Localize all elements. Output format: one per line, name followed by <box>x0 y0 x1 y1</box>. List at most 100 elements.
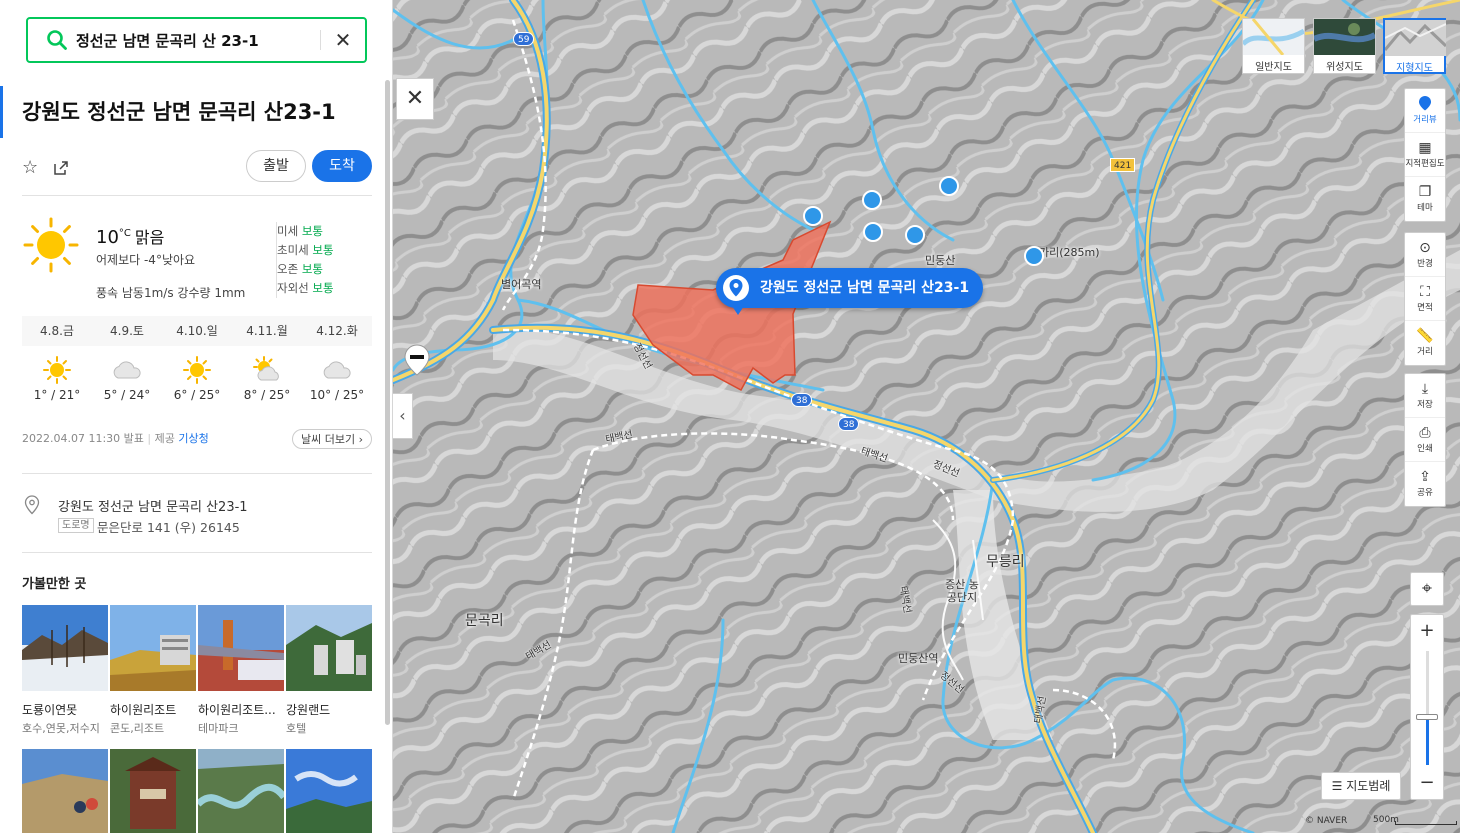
panel-scrollbar[interactable] <box>385 80 390 725</box>
street-view-pegman-icon[interactable] <box>404 344 430 376</box>
clear-search-icon[interactable]: ✕ <box>333 30 353 50</box>
tool-label: 반경 <box>1417 259 1433 269</box>
place-title: 강원도 정선군 남면 문곡리 산23-1 <box>22 100 336 124</box>
airplane-poi-icon[interactable] <box>803 206 823 226</box>
recommend-item[interactable] <box>286 749 372 833</box>
location-pin-icon <box>723 275 749 301</box>
collapse-panel-button[interactable]: ‹ <box>393 393 413 439</box>
tool-street-view[interactable]: 거리뷰 <box>1405 89 1445 133</box>
terrain-map[interactable] <box>393 0 1460 833</box>
tool-label: 거리 <box>1417 347 1433 357</box>
forecast-date: 4.8.금 <box>40 324 74 338</box>
weather-compare: 어제보다 -4°낮아요 <box>96 253 196 267</box>
recommend-item[interactable] <box>198 749 284 833</box>
recommend-photo[interactable] <box>22 749 108 833</box>
recommend-item[interactable]: 도룡이연못 호수,연못,저수지 <box>22 605 108 736</box>
recommend-category: 테마파크 <box>198 722 239 735</box>
temperature-unit: °C <box>118 228 131 239</box>
recommend-photo[interactable] <box>286 605 372 691</box>
arrive-button[interactable]: 도착 <box>312 150 372 182</box>
zoom-control[interactable]: + − <box>1410 614 1444 800</box>
share-icon[interactable] <box>52 159 70 177</box>
air-label: 초미세 <box>277 243 309 257</box>
recommend-name[interactable]: 도룡이연못 <box>22 701 108 718</box>
map-view[interactable]: 별어곡역 민둥산역 문곡리 무릉리 증산 농공단지 민둥산 가리(285m) 정… <box>393 0 1460 833</box>
airplane-poi-icon[interactable] <box>1024 246 1044 266</box>
airplane-poi-icon[interactable] <box>939 176 959 196</box>
map-legend-button[interactable]: ☰ 지도범례 <box>1321 772 1401 800</box>
recommend-item[interactable]: 하이원리조트 콘도,리조트 <box>110 605 196 736</box>
recommend-category: 콘도,리조트 <box>110 722 165 735</box>
star-icon[interactable]: ☆ <box>22 159 40 177</box>
weather-more-button[interactable]: 날씨 더보기 › <box>291 429 372 449</box>
search-box[interactable]: 정선군 남면 문곡리 산 23-1 ✕ <box>26 17 367 63</box>
tool-theme[interactable]: ❐ 테마 <box>1405 177 1445 221</box>
recommend-photo[interactable] <box>198 605 284 691</box>
recommend-name[interactable]: 하이원리조트 <box>110 701 196 718</box>
map-type-label: 일반지도 <box>1255 62 1292 73</box>
divider <box>22 552 372 553</box>
tool-distance[interactable]: 📏 거리 <box>1405 321 1445 365</box>
mountain-label: 민둥산 <box>925 254 956 267</box>
airplane-poi-icon[interactable] <box>863 222 883 242</box>
zoom-slider-knob[interactable] <box>1416 714 1438 721</box>
recommend-photo[interactable] <box>22 605 108 691</box>
search-icon[interactable] <box>46 29 68 51</box>
map-type-normal[interactable]: 일반지도 <box>1241 18 1306 74</box>
forecast-temps: 8° / 25° <box>243 388 291 402</box>
tool-label: 거리뷰 <box>1413 115 1437 125</box>
my-location-button[interactable]: ⌖ <box>1410 572 1444 606</box>
search-input[interactable]: 정선군 남면 문곡리 산 23-1 <box>76 30 320 51</box>
recommend-item[interactable] <box>110 749 196 833</box>
provider-link[interactable]: 기상청 <box>178 432 208 445</box>
tool-radius[interactable]: ⊙ 반경 <box>1405 233 1445 277</box>
current-temperature: 10°C 맑음 <box>96 224 164 248</box>
download-icon: ⤓ <box>1421 381 1429 397</box>
tool-save[interactable]: ⤓ 저장 <box>1405 374 1445 418</box>
zoom-slider-track[interactable] <box>1426 651 1429 765</box>
air-value: 보통 <box>301 224 323 238</box>
airplane-poi-icon[interactable] <box>862 190 882 210</box>
zoom-out-button[interactable]: − <box>1411 767 1443 799</box>
tool-print[interactable]: ⎙ 인쇄 <box>1405 418 1445 462</box>
recommend-name[interactable]: 하이원리조트... <box>198 701 284 718</box>
cadastral-icon: ▦ <box>1418 140 1432 156</box>
close-panel-button[interactable]: ✕ <box>396 78 434 120</box>
map-tools-export: ⤓ 저장 ⎙ 인쇄 ⇪ 공유 <box>1404 373 1446 507</box>
weather-more-label: 날씨 더보기 <box>300 433 356 446</box>
radius-icon: ⊙ <box>1419 240 1431 256</box>
ruler-icon: 📏 <box>1416 328 1434 344</box>
recommend-name[interactable]: 강원랜드 <box>286 701 372 718</box>
area-icon: ⛶ <box>1420 284 1430 300</box>
recommend-item[interactable]: 하이원리조트... 테마파크 <box>198 605 284 736</box>
station-label[interactable]: 민둥산역 <box>898 650 938 666</box>
airplane-poi-icon[interactable] <box>905 225 925 245</box>
tool-area[interactable]: ⛶ 면적 <box>1405 277 1445 321</box>
air-label: 미세 <box>277 224 299 238</box>
map-type-satellite[interactable]: 위성지도 <box>1312 18 1377 74</box>
depart-button[interactable]: 출발 <box>246 150 306 182</box>
recommend-photo[interactable] <box>110 605 196 691</box>
normal-map-thumbnail <box>1241 18 1306 56</box>
recommend-photo[interactable] <box>110 749 196 833</box>
tool-share[interactable]: ⇪ 공유 <box>1405 462 1445 506</box>
share-icon: ⇪ <box>1419 469 1431 485</box>
weather-condition: 맑음 <box>134 228 165 247</box>
forecast-day: 10° / 25° <box>302 352 372 402</box>
mountain-height: 285m <box>1063 246 1096 259</box>
zoom-in-button[interactable]: + <box>1411 615 1443 647</box>
recommend-photo[interactable] <box>286 749 372 833</box>
station-label[interactable]: 별어곡역 <box>501 276 541 292</box>
recommend-photo[interactable] <box>198 749 284 833</box>
forecast-day: 8° / 25° <box>232 352 302 402</box>
map-type-terrain[interactable]: 지형지도 <box>1383 18 1448 74</box>
map-tools-view: 거리뷰 ▦ 지적편집도 ❐ 테마 <box>1404 88 1446 222</box>
issued-time: 2022.04.07 11:30 발표 <box>22 432 144 445</box>
recommend-item[interactable]: 강원랜드 호텔 <box>286 605 372 736</box>
crosshair-icon: ⌖ <box>1421 578 1433 599</box>
theme-icon: ❐ <box>1418 184 1432 200</box>
tool-cadastral[interactable]: ▦ 지적편집도 <box>1405 133 1445 177</box>
location-marker[interactable]: 강원도 정선군 남면 문곡리 산23-1 <box>716 268 984 315</box>
recommend-item[interactable] <box>22 749 108 833</box>
mountain-label: 가리(285m) <box>1039 246 1100 259</box>
